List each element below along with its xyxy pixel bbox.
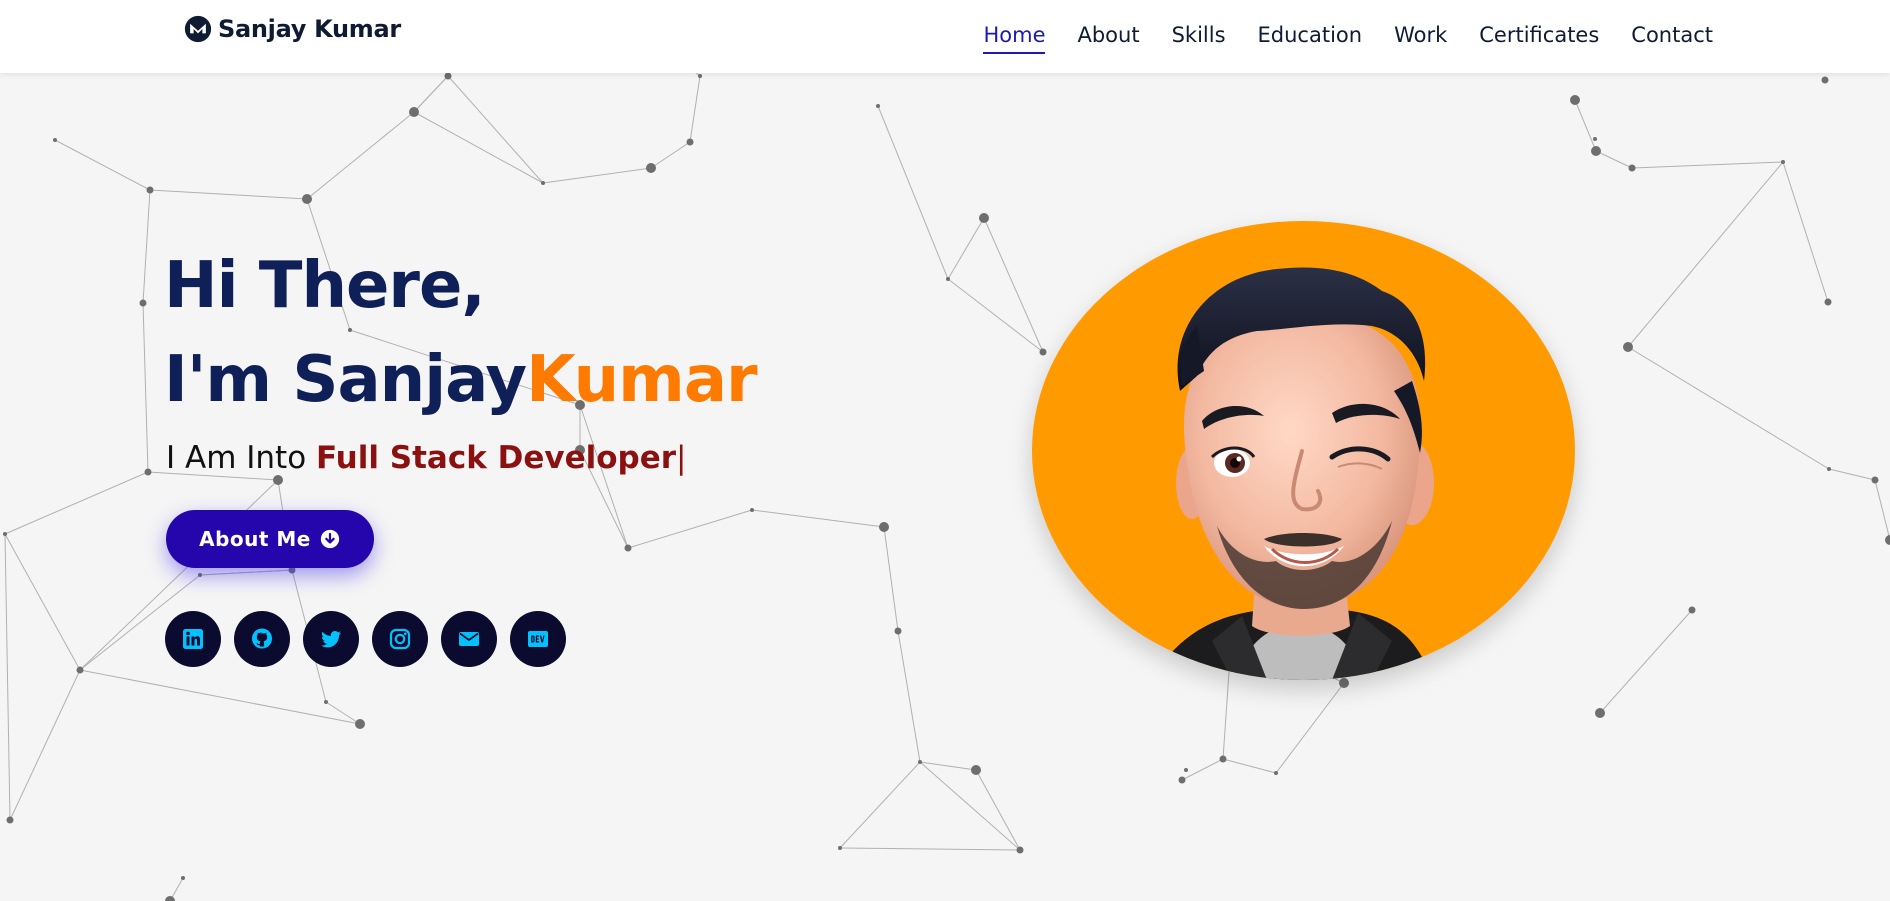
social-links [165,611,566,667]
monero-logo-icon [184,15,212,43]
hero-subtitle: I Am Into Full Stack Developer| [166,440,687,476]
twitter-link[interactable] [303,611,359,667]
nav-link-education[interactable]: Education [1258,21,1363,53]
instagram-icon [389,628,411,650]
dev-link[interactable] [510,611,566,667]
linkedin-icon [183,629,203,649]
nav-link-skills[interactable]: Skills [1172,21,1226,53]
hero-section: Hi There, I'm SanjayKumar I Am Into Full… [0,73,1890,901]
email-link[interactable] [441,611,497,667]
site-header: Sanjay Kumar Home About Skills Education… [0,0,1890,73]
instagram-link[interactable] [372,611,428,667]
nav-link-work[interactable]: Work [1394,21,1447,53]
subtitle-prefix: I Am Into [166,440,317,476]
hero-first-name: Sanjay [292,343,527,417]
brand-logo-link[interactable]: Sanjay Kumar [184,15,401,43]
github-icon [252,628,272,649]
linkedin-link[interactable] [165,611,221,667]
hero-intro-prefix: I'm [164,343,293,417]
github-link[interactable] [234,611,290,667]
nav-link-about[interactable]: About [1077,21,1139,53]
typing-cursor: | [676,440,687,476]
typed-role: Full Stack Developer [316,440,677,476]
arrow-down-circle-icon [320,529,340,549]
dev-icon [528,631,548,647]
brand-name: Sanjay Kumar [218,15,401,43]
nav-link-home[interactable]: Home [983,21,1046,54]
nav-link-contact[interactable]: Contact [1631,21,1713,53]
envelope-icon [459,632,479,646]
nav-link-certificates[interactable]: Certificates [1479,21,1599,53]
about-me-button[interactable]: About Me [166,510,374,568]
hero-greeting: Hi There, [164,249,486,323]
hero-last-name: Kumar [526,343,757,417]
avatar-illustration [1152,267,1434,680]
about-me-button-label: About Me [199,527,311,551]
main-nav: Home About Skills Education Work Certifi… [983,0,1713,73]
hero-name-heading: I'm SanjayKumar [164,343,758,417]
avatar-frame [1032,221,1575,680]
twitter-icon [321,631,341,648]
